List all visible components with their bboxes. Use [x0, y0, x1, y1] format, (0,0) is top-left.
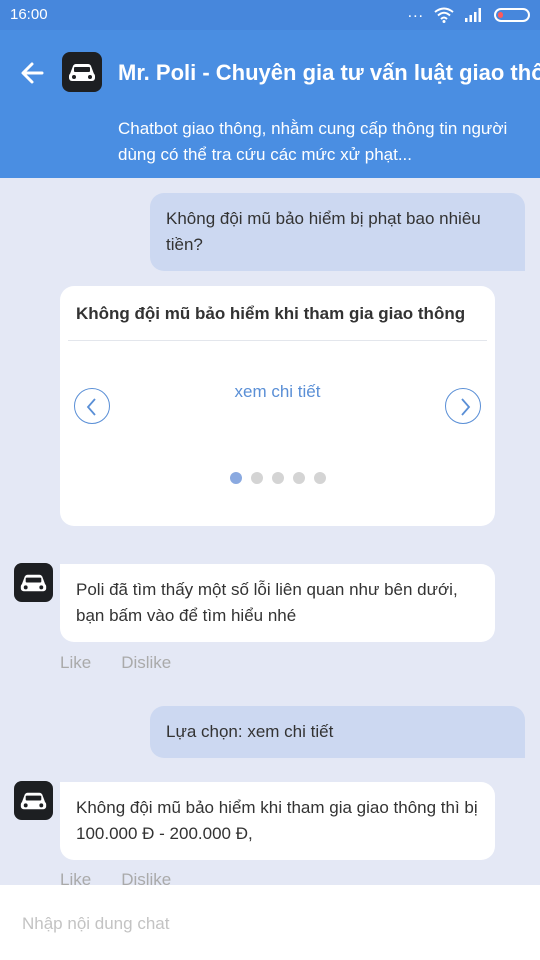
card-divider [68, 340, 487, 341]
back-arrow-icon[interactable] [20, 60, 46, 86]
status-bar: 16:00 ... [0, 0, 540, 30]
chat-input[interactable] [22, 911, 518, 937]
chat-input-bar [0, 885, 540, 960]
pager-dot[interactable] [313, 472, 326, 484]
pager-dot[interactable] [292, 472, 305, 484]
message-reactions: Like Dislike [60, 653, 171, 673]
app-header: Mr. Poli - Chuyên gia tư vấn luật giao t… [0, 30, 540, 178]
pager-dot[interactable] [271, 472, 284, 484]
carousel-next-button[interactable] [445, 388, 481, 424]
status-time: 16:00 [10, 6, 48, 23]
carousel-pager [60, 472, 495, 484]
bot-avatar-car-icon [14, 563, 53, 602]
wifi-icon [434, 7, 454, 23]
user-choice-bubble: Lựa chọn: xem chi tiết [150, 706, 525, 758]
bot-message-bubble: Không đội mũ bảo hiểm khi tham gia giao … [60, 782, 495, 860]
card-title: Không đội mũ bảo hiểm khi tham gia giao … [76, 304, 466, 323]
chevron-right-icon [461, 398, 471, 416]
pager-dot[interactable] [250, 472, 263, 484]
car-icon [62, 52, 102, 92]
chat-subtitle: Chatbot giao thông, nhằm cung cấp thông … [118, 119, 508, 164]
status-icons: ... [407, 4, 530, 24]
battery-icon [494, 8, 530, 22]
dislike-button[interactable]: Dislike [121, 653, 171, 673]
signal-icon [465, 8, 481, 22]
like-button[interactable]: Like [60, 653, 91, 673]
pager-dot[interactable] [229, 472, 242, 484]
user-message-bubble: Không đội mũ bảo hiểm bị phạt bao nhiêu … [150, 193, 525, 271]
bot-avatar-car-icon [14, 781, 53, 820]
bot-message-bubble: Poli đã tìm thấy một số lỗi liên quan nh… [60, 564, 495, 642]
chat-title: Mr. Poli - Chuyên gia tư vấn luật giao t… [118, 60, 540, 85]
result-card: Không đội mũ bảo hiểm khi tham gia giao … [60, 286, 495, 526]
more-indicator: ... [407, 4, 424, 21]
view-detail-link[interactable]: xem chi tiết [60, 382, 495, 402]
